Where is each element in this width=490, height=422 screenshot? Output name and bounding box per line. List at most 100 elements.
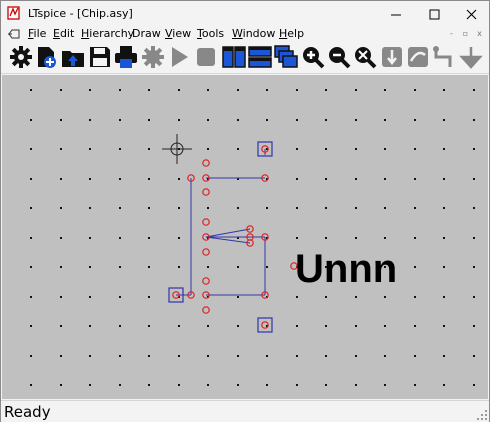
grid-dot bbox=[119, 237, 121, 239]
menu-bar: File Edit Hierarchy Draw View Tools Wind… bbox=[1, 27, 489, 41]
zoom-out-icon bbox=[329, 47, 351, 69]
grid-dot bbox=[237, 119, 239, 121]
print-button[interactable] bbox=[114, 45, 138, 69]
grid-dot bbox=[148, 89, 150, 91]
grid-dot bbox=[296, 148, 298, 150]
tile-horizontal-icon bbox=[248, 46, 272, 68]
grid-dot bbox=[178, 89, 180, 91]
grid-dot bbox=[384, 148, 386, 150]
edit-handle[interactable] bbox=[202, 159, 210, 167]
grid-dot bbox=[296, 207, 298, 209]
save-button[interactable] bbox=[88, 45, 112, 69]
grid-dot bbox=[355, 178, 357, 180]
open-button[interactable] bbox=[61, 45, 85, 69]
grid-dot bbox=[296, 325, 298, 327]
grid-dot bbox=[89, 207, 91, 209]
symbol-instance-name[interactable]: Unnn bbox=[295, 247, 397, 291]
menu-draw[interactable]: Draw bbox=[132, 27, 161, 40]
stop-button[interactable] bbox=[194, 45, 218, 69]
grid-dot bbox=[119, 207, 121, 209]
mdi-restore-button[interactable]: ▫ bbox=[459, 28, 472, 39]
ground-button[interactable] bbox=[459, 45, 483, 69]
tile-vertical-icon bbox=[222, 46, 246, 68]
cascade-button[interactable] bbox=[274, 45, 298, 69]
grid-dot bbox=[89, 355, 91, 357]
maximize-button[interactable] bbox=[415, 1, 453, 27]
grid-dot bbox=[119, 148, 121, 150]
wire-button[interactable] bbox=[432, 45, 456, 69]
cascade-icon bbox=[274, 45, 298, 68]
settings-button[interactable] bbox=[9, 45, 33, 69]
grid-dot bbox=[207, 266, 209, 268]
grid-dot bbox=[30, 296, 32, 298]
menu-hierarchy[interactable]: Hierarchy bbox=[81, 27, 134, 40]
grid-dot bbox=[148, 266, 150, 268]
grid-dot bbox=[207, 384, 209, 386]
grid-dot bbox=[60, 119, 62, 121]
zoom-out-button[interactable] bbox=[327, 45, 351, 69]
drag-button[interactable] bbox=[406, 45, 430, 69]
grid-dot bbox=[266, 355, 268, 357]
grid-dot bbox=[384, 384, 386, 386]
symbol-drawing[interactable]: Unnn bbox=[2, 75, 488, 399]
grid-dot bbox=[443, 266, 445, 268]
edit-handle[interactable] bbox=[202, 218, 210, 226]
grid-dot bbox=[296, 296, 298, 298]
edit-handle[interactable] bbox=[202, 306, 210, 314]
grid-dot bbox=[266, 89, 268, 91]
grid-dot bbox=[148, 148, 150, 150]
symbol-line[interactable] bbox=[205, 228, 251, 238]
resize-grip-icon[interactable] bbox=[477, 410, 487, 420]
edit-handle[interactable] bbox=[202, 248, 210, 256]
mdi-close-button[interactable]: x bbox=[473, 28, 486, 39]
grid-dot bbox=[30, 355, 32, 357]
move-button[interactable] bbox=[380, 45, 404, 69]
document-icon[interactable] bbox=[8, 28, 21, 40]
grid-dot bbox=[296, 237, 298, 239]
grid-dot bbox=[384, 325, 386, 327]
new-schematic-button[interactable] bbox=[35, 45, 59, 69]
component-button[interactable] bbox=[141, 45, 165, 69]
symbol-lines[interactable] bbox=[176, 149, 266, 296]
mdi-minimize-button[interactable]: - bbox=[445, 28, 458, 39]
menu-tools[interactable]: Tools bbox=[197, 27, 224, 40]
grid-dot bbox=[178, 237, 180, 239]
tile-horizontal-button[interactable] bbox=[248, 45, 272, 69]
grid-dot bbox=[355, 119, 357, 121]
grid-dot bbox=[148, 384, 150, 386]
grid-dot bbox=[119, 355, 121, 357]
grid-dot bbox=[89, 119, 91, 121]
grid-dot bbox=[207, 325, 209, 327]
menu-edit[interactable]: Edit bbox=[53, 27, 74, 40]
symbol-editor-canvas[interactable]: Unnn bbox=[2, 75, 488, 399]
menu-view[interactable]: View bbox=[165, 27, 191, 40]
grid-dot bbox=[355, 325, 357, 327]
grid-dot bbox=[414, 207, 416, 209]
pin-bottom[interactable] bbox=[257, 317, 273, 333]
grid-dot bbox=[148, 119, 150, 121]
grid-dot bbox=[178, 178, 180, 180]
grid-dot bbox=[60, 355, 62, 357]
edit-handle[interactable] bbox=[202, 277, 210, 285]
grid-dot bbox=[355, 384, 357, 386]
grid-dot bbox=[473, 296, 475, 298]
menu-window-rest: indow bbox=[242, 27, 276, 40]
grid-dot bbox=[30, 178, 32, 180]
zoom-in-button[interactable] bbox=[301, 45, 325, 69]
run-button[interactable] bbox=[167, 45, 191, 69]
grid-dot bbox=[178, 266, 180, 268]
edit-handle[interactable] bbox=[202, 188, 210, 196]
zoom-fit-button[interactable] bbox=[353, 45, 377, 69]
symbol-line[interactable] bbox=[205, 236, 251, 244]
grid-dot bbox=[266, 384, 268, 386]
grid-dot bbox=[384, 296, 386, 298]
title-bar[interactable]: LTspice - [Chip.asy] bbox=[1, 1, 489, 27]
grid-dot bbox=[414, 384, 416, 386]
menu-view-rest: iew bbox=[172, 27, 192, 40]
menu-help[interactable]: Help bbox=[279, 27, 304, 40]
close-button[interactable] bbox=[452, 1, 490, 27]
minimize-button[interactable] bbox=[377, 1, 415, 27]
tile-vertical-button[interactable] bbox=[222, 45, 246, 69]
menu-window[interactable]: Window bbox=[232, 27, 275, 40]
menu-file[interactable]: File bbox=[28, 27, 46, 40]
